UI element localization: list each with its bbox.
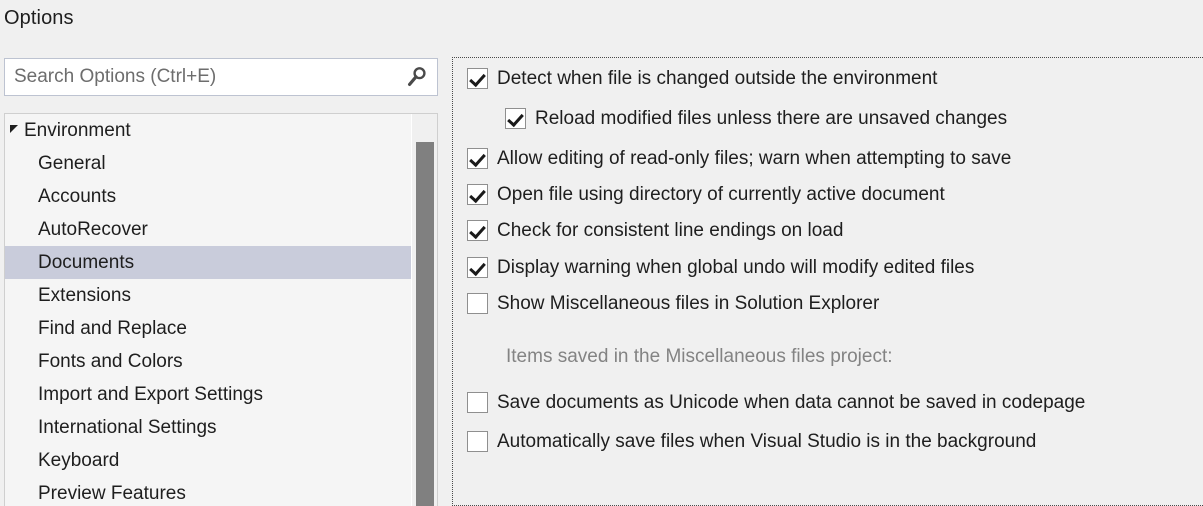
tree-scrollbar-thumb[interactable] [416,142,434,506]
checkbox-checked-icon[interactable] [467,184,488,205]
sidebar-item-documents[interactable]: Documents [5,246,411,279]
checkbox-row-detect-when-file-is-changed[interactable]: Detect when file is changed outside the … [467,68,937,89]
checkbox-label: Show Miscellaneous files in Solution Exp… [497,293,880,314]
checkbox-row-save-documents-as-unicode-when[interactable]: Save documents as Unicode when data cann… [467,392,1085,413]
checkbox-row-check-for-consistent-line-endings[interactable]: Check for consistent line endings on loa… [467,220,843,241]
miscellaneous-files-project-label: Items saved in the Miscellaneous files p… [506,346,893,367]
sidebar-item-autorecover[interactable]: AutoRecover [5,213,411,246]
sidebar-item-keyboard[interactable]: Keyboard [5,444,411,477]
checkbox-unchecked-icon[interactable] [467,431,488,452]
search-icon[interactable] [397,59,437,95]
search-input[interactable] [5,59,397,95]
options-left-pane: Environment General Accounts AutoRecover Doc… [0,45,441,506]
sidebar-item-general[interactable]: General [5,147,411,180]
sidebar-item-label: Accounts [38,186,117,207]
sidebar-item-label: AutoRecover [38,219,148,240]
checkbox-row-open-file-using-directory-of[interactable]: Open file using directory of currently a… [467,184,945,205]
checkbox-label: Automatically save files when Visual Stu… [497,431,1037,452]
sidebar-item-label: Find and Replace [38,318,187,339]
sidebar-item-label: Fonts and Colors [38,351,183,372]
sidebar-item-label: Extensions [38,285,131,306]
checkbox-label: Check for consistent line endings on loa… [497,220,844,241]
checkbox-label: Detect when file is changed outside the … [497,68,938,89]
sidebar-item-label: Keyboard [38,450,120,471]
sidebar-item-label: Environment [24,120,131,141]
chevron-expanded-icon[interactable] [9,124,22,137]
sidebar-item-label: Preview Features [38,483,186,504]
search-box[interactable] [4,58,438,96]
checkbox-row-reload-modified-files-unless-there[interactable]: Reload modified files unless there are u… [505,108,1007,129]
checkbox-row-automatically-save-files-when-visual[interactable]: Automatically save files when Visual Stu… [467,431,1036,452]
sidebar-item-find-and-replace[interactable]: Find and Replace [5,312,411,345]
checkbox-label: Allow editing of read-only files; warn w… [497,148,1012,169]
documents-options-panel: Detect when file is changed outside the … [452,57,1203,506]
checkbox-label: Save documents as Unicode when data cann… [497,392,1086,413]
checkbox-row-show-miscellaneous-files-in-solution[interactable]: Show Miscellaneous files in Solution Exp… [467,293,879,314]
checkbox-label: Reload modified files unless there are u… [535,108,1008,129]
sidebar-item-accounts[interactable]: Accounts [5,180,411,213]
checkbox-row-display-warning-when-global-undo[interactable]: Display warning when global undo will mo… [467,257,974,278]
sidebar-item-extensions[interactable]: Extensions [5,279,411,312]
sidebar-item-fonts-and-colors[interactable]: Fonts and Colors [5,345,411,378]
sidebar-item-preview-features[interactable]: Preview Features [5,477,411,506]
options-tree-panel: Environment General Accounts AutoRecover Doc… [4,113,438,506]
checkbox-checked-icon[interactable] [467,220,488,241]
checkbox-checked-icon[interactable] [467,257,488,278]
checkbox-unchecked-icon[interactable] [467,293,488,314]
checkbox-label: Open file using directory of currently a… [497,184,945,205]
checkbox-checked-icon[interactable] [505,108,526,129]
sidebar-item-international-settings[interactable]: International Settings [5,411,411,444]
sidebar-item-label: Documents [38,252,135,273]
checkbox-unchecked-icon[interactable] [467,392,488,413]
checkbox-checked-icon[interactable] [467,68,488,89]
sidebar-item-label: Import and Export Settings [38,384,263,405]
checkbox-checked-icon[interactable] [467,148,488,169]
sidebar-item-import-and-export-settings[interactable]: Import and Export Settings [5,378,411,411]
sidebar-item-environment[interactable]: Environment [5,114,411,147]
checkbox-row-allow-editing-of-read-only[interactable]: Allow editing of read-only files; warn w… [467,148,1011,169]
page-title: Options [4,7,74,29]
sidebar-item-label: International Settings [38,417,217,438]
options-tree-list: Environment General Accounts AutoRecover Doc… [5,114,411,506]
sidebar-item-label: General [38,153,106,174]
tree-scrollbar-track[interactable] [411,114,437,506]
checkbox-label: Display warning when global undo will mo… [497,257,975,278]
